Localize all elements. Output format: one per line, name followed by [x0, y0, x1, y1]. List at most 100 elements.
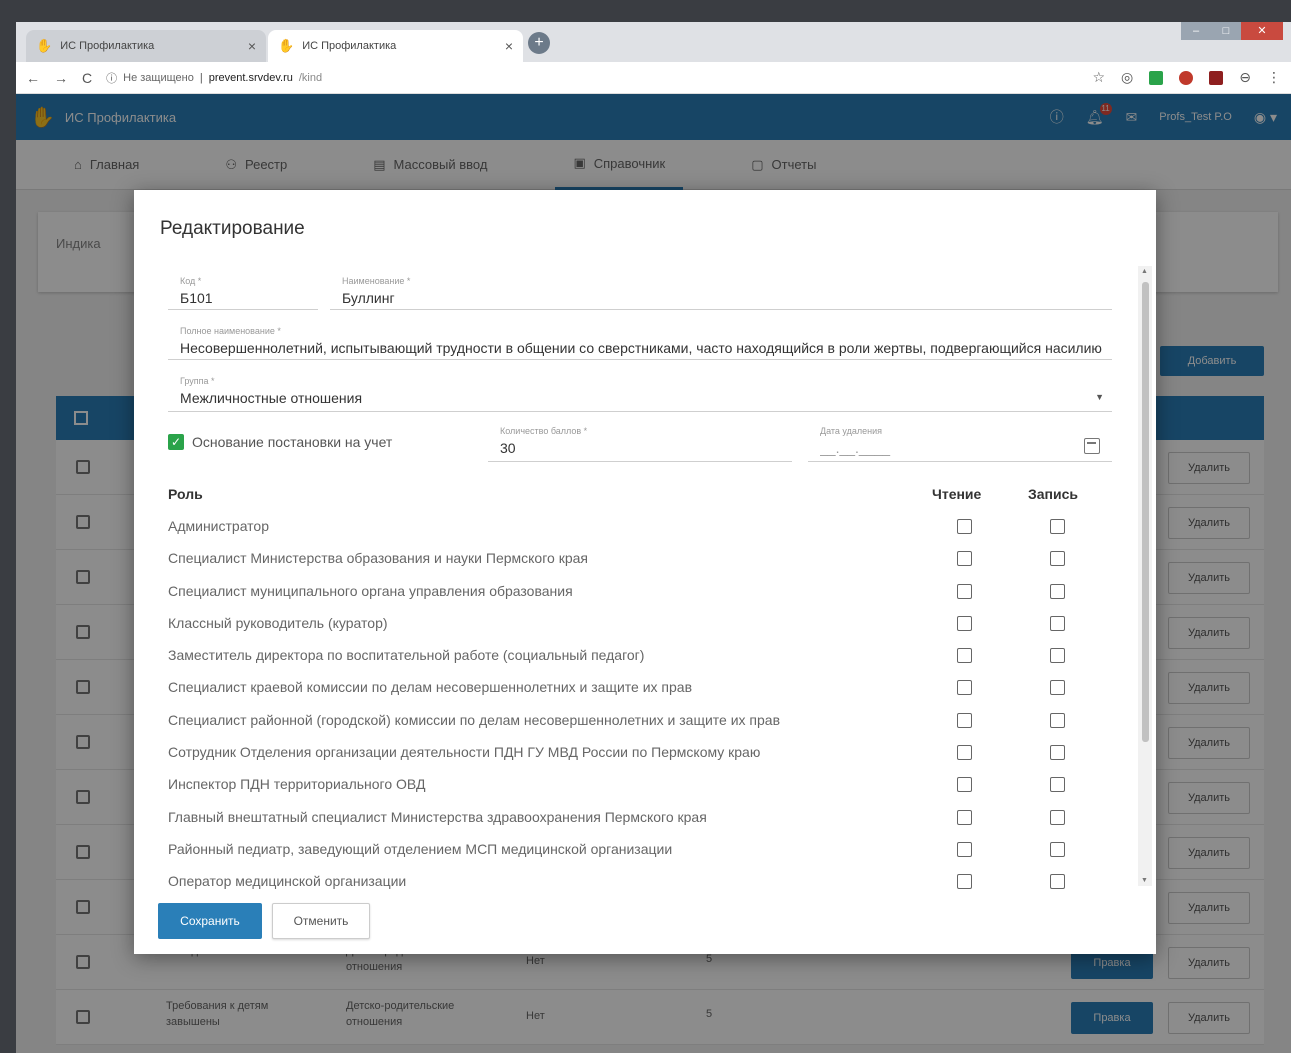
- role-row: Заместитель директора по воспитательной …: [168, 641, 1108, 673]
- back-arrow-icon[interactable]: ←: [26, 70, 40, 86]
- minimize-button[interactable]: –: [1181, 22, 1211, 40]
- roles-table: Роль Чтение Запись Администратор Специали…: [168, 482, 1108, 890]
- write-checkbox[interactable]: [1050, 551, 1065, 567]
- address-bar: ← → C ⓘ Не защищено | prevent.srvdev.ru /…: [16, 62, 1291, 94]
- name-field[interactable]: Наименование * Буллинг: [330, 270, 1112, 310]
- hand-logo-icon: ✋: [278, 38, 295, 53]
- registration-basis-checkbox[interactable]: ✓ Основание постановки на учет: [168, 434, 392, 450]
- close-tab-icon[interactable]: ×: [248, 38, 256, 54]
- read-checkbox[interactable]: [957, 583, 972, 599]
- dropdown-arrow-icon[interactable]: ▼: [1095, 392, 1104, 402]
- read-checkbox[interactable]: [957, 745, 972, 761]
- group-select[interactable]: Группа * Межличностные отношения ▼: [168, 370, 1112, 412]
- write-checkbox[interactable]: [1050, 615, 1065, 631]
- role-name: Сотрудник Отделения организации деятельн…: [168, 744, 761, 761]
- role-name: Классный руководитель (куратор): [168, 614, 388, 631]
- scroll-down-icon[interactable]: ▼: [1141, 877, 1148, 884]
- browser-tab-1[interactable]: ✋ ИС Профилактика ×: [26, 30, 266, 62]
- delete-date-label: Дата удаления: [820, 426, 883, 436]
- read-column-header: Чтение: [932, 486, 982, 502]
- edit-modal: Редактирование Код * Б101 Наименование *…: [134, 190, 1156, 954]
- security-status: Не защищено: [123, 71, 194, 84]
- points-field[interactable]: Количество баллов * 30: [488, 420, 792, 462]
- read-checkbox[interactable]: [957, 551, 972, 567]
- modal-body: Код * Б101 Наименование * Буллинг Полное…: [134, 260, 1156, 890]
- role-name: Районный педиатр, заведующий отделением …: [168, 840, 673, 857]
- delete-date-field[interactable]: Дата удаления __.__.____: [808, 420, 1112, 462]
- read-checkbox[interactable]: [957, 712, 972, 728]
- modal-title: Редактирование: [160, 218, 305, 239]
- close-window-button[interactable]: ✕: [1241, 22, 1283, 40]
- tab-title: ИС Профилактика: [60, 40, 155, 52]
- roles-table-header: Роль Чтение Запись: [168, 482, 1108, 512]
- role-row: Специалист районной (городской) комиссии…: [168, 706, 1108, 738]
- read-checkbox[interactable]: [957, 874, 972, 890]
- calendar-icon[interactable]: [1084, 438, 1100, 454]
- role-name: Заместитель директора по воспитательной …: [168, 647, 645, 664]
- code-value: Б101: [180, 290, 213, 306]
- read-checkbox[interactable]: [957, 841, 972, 857]
- name-label: Наименование *: [342, 276, 411, 286]
- extensions-area: ☆ ◎ ⊖ ⋮: [1092, 69, 1281, 86]
- role-row: Районный педиатр, заведующий отделением …: [168, 835, 1108, 867]
- points-value: 30: [500, 440, 516, 456]
- read-checkbox[interactable]: [957, 777, 972, 793]
- role-name: Специалист районной (городской) комиссии…: [168, 711, 781, 728]
- write-checkbox[interactable]: [1050, 745, 1065, 761]
- full-name-field[interactable]: Полное наименование * Несовершеннолетний…: [168, 320, 1112, 360]
- write-checkbox[interactable]: [1050, 583, 1065, 599]
- write-checkbox[interactable]: [1050, 777, 1065, 793]
- url-path: /kind: [298, 71, 323, 84]
- save-button[interactable]: Сохранить: [158, 903, 262, 939]
- points-label: Количество баллов *: [500, 426, 588, 436]
- role-row: Специалист краевой комиссии по делам нес…: [168, 673, 1108, 705]
- read-checkbox[interactable]: [957, 519, 972, 534]
- read-checkbox[interactable]: [957, 648, 972, 664]
- role-name: Специалист краевой комиссии по делам нес…: [168, 679, 693, 696]
- read-checkbox[interactable]: [957, 615, 972, 631]
- write-checkbox[interactable]: [1050, 809, 1065, 825]
- role-name: Специалист муниципального органа управле…: [168, 582, 573, 599]
- maximize-button[interactable]: □: [1211, 22, 1241, 40]
- url-domain: prevent.srvdev.ru: [208, 71, 293, 84]
- browser-tab-2[interactable]: ✋ ИС Профилактика ×: [268, 30, 523, 62]
- star-icon[interactable]: ☆: [1092, 69, 1105, 86]
- close-tab-icon[interactable]: ×: [505, 38, 513, 54]
- read-checkbox[interactable]: [957, 680, 972, 696]
- menu-dots-icon[interactable]: ⋮: [1267, 69, 1281, 86]
- role-row: Оператор медицинской организации: [168, 867, 1108, 890]
- hand-logo-icon: ✋: [36, 38, 53, 53]
- role-name: Специалист Министерства образования и на…: [168, 550, 588, 567]
- write-checkbox[interactable]: [1050, 841, 1065, 857]
- write-checkbox[interactable]: [1050, 680, 1065, 696]
- read-checkbox[interactable]: [957, 809, 972, 825]
- new-tab-button[interactable]: +: [528, 32, 550, 54]
- reload-icon[interactable]: C: [82, 70, 92, 86]
- write-checkbox[interactable]: [1050, 712, 1065, 728]
- group-label: Группа *: [180, 376, 215, 386]
- write-checkbox[interactable]: [1050, 874, 1065, 890]
- extension-darkred-icon[interactable]: [1209, 70, 1224, 85]
- scrollbar-thumb[interactable]: [1142, 282, 1149, 742]
- forward-arrow-icon[interactable]: →: [54, 70, 68, 86]
- extension-red-icon[interactable]: [1179, 70, 1194, 85]
- extension-circle-icon[interactable]: ◎: [1121, 69, 1133, 86]
- cancel-button[interactable]: Отменить: [272, 903, 370, 939]
- info-icon[interactable]: ⓘ: [106, 70, 117, 86]
- write-checkbox[interactable]: [1050, 519, 1065, 534]
- modal-scrollbar[interactable]: ▲ ▼: [1138, 266, 1152, 886]
- extension-green-icon[interactable]: [1149, 70, 1164, 85]
- checked-checkbox-icon[interactable]: ✓: [168, 434, 184, 450]
- role-column-header: Роль: [168, 486, 203, 502]
- scroll-up-icon[interactable]: ▲: [1141, 268, 1148, 275]
- group-value: Межличностные отношения: [180, 390, 363, 406]
- tab-title: ИС Профилактика: [302, 40, 397, 52]
- account-icon[interactable]: ⊖: [1239, 69, 1251, 86]
- name-value: Буллинг: [342, 290, 395, 306]
- full-name-label: Полное наименование *: [180, 326, 281, 336]
- write-checkbox[interactable]: [1050, 648, 1065, 664]
- url-field[interactable]: ⓘ Не защищено | prevent.srvdev.ru/kind: [106, 70, 322, 86]
- code-field[interactable]: Код * Б101: [168, 270, 318, 310]
- registration-basis-label: Основание постановки на учет: [192, 434, 393, 450]
- role-row: Специалист Министерства образования и на…: [168, 544, 1108, 576]
